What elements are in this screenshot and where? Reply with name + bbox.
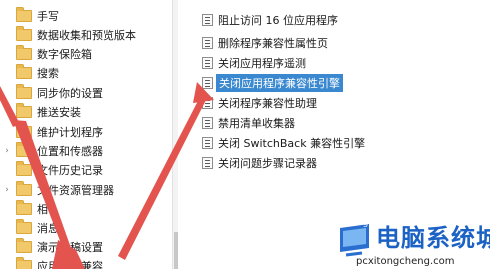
folder-icon xyxy=(16,103,32,118)
tree-item-label: 数据收集和预览版本 xyxy=(37,29,136,42)
tree-item-label: 文件资源管理器 xyxy=(37,184,114,197)
policy-setting-icon xyxy=(202,136,213,149)
tree-item-label: 应用程序兼容 xyxy=(37,260,103,269)
tree-item[interactable]: 相 xyxy=(0,200,172,218)
policy-setting-icon xyxy=(202,156,213,169)
tree-item[interactable]: 搜索 xyxy=(0,64,172,82)
policy-setting-icon xyxy=(202,76,213,89)
list-item-label: 关闭问题步骤记录器 xyxy=(218,156,317,170)
list-item[interactable]: 删除程序兼容性属性页 xyxy=(190,33,490,52)
folder-icon xyxy=(16,200,32,215)
watermark-url: pcxitongcheng.com xyxy=(356,256,455,267)
tree-item[interactable]: › 文件资源管理器 xyxy=(0,181,172,199)
folder-icon xyxy=(16,26,32,41)
list-item-label: 删除程序兼容性属性页 xyxy=(218,36,328,50)
tree-item-label: 位置和传感器 xyxy=(37,145,103,158)
folder-icon xyxy=(16,84,32,99)
tree-item[interactable]: 手写 xyxy=(0,7,172,25)
list-item-label: 关闭应用程序遥测 xyxy=(218,56,306,70)
tree-item[interactable]: 同步你的设置 xyxy=(0,84,172,102)
navigation-tree: 手写 数据收集和预览版本 数字保险箱 搜索 同步你的设置 推送安装 维护计划程序… xyxy=(0,0,172,269)
tree-item[interactable]: 演示文稿设置 xyxy=(0,238,172,256)
list-item-label: 禁用清单收集器 xyxy=(218,116,295,130)
tree-item-label: 相 xyxy=(37,203,48,216)
tree-item-label: 消息 xyxy=(37,222,59,235)
tree-item[interactable]: 推送安装 xyxy=(0,103,172,121)
list-item[interactable]: 关闭问题步骤记录器 xyxy=(190,153,490,172)
tree-item[interactable]: 消息 xyxy=(0,219,172,237)
tree-item-label: 同步你的设置 xyxy=(37,87,103,100)
folder-icon xyxy=(16,45,32,60)
tree-item[interactable]: › 位置和传感器 xyxy=(0,142,172,160)
tree-item-label: 演示文稿设置 xyxy=(37,241,103,254)
folder-icon xyxy=(16,64,32,79)
expander-icon[interactable]: › xyxy=(2,146,12,156)
tree-item[interactable]: 数字保险箱 xyxy=(0,45,172,63)
folder-icon xyxy=(16,181,32,196)
policy-setting-icon xyxy=(202,56,213,69)
tree-item[interactable]: 维护计划程序 xyxy=(0,123,172,141)
list-item[interactable]: 禁用清单收集器 xyxy=(190,113,490,132)
policy-setting-icon xyxy=(202,13,213,26)
folder-icon xyxy=(16,219,32,234)
folder-icon xyxy=(16,7,32,22)
pane-splitter[interactable] xyxy=(172,0,178,269)
tree-item-label: 维护计划程序 xyxy=(37,126,103,139)
scrollbar-thumb[interactable] xyxy=(174,232,178,269)
list-item-label: 阻止访问 16 位应用程序 xyxy=(218,13,338,27)
list-item-label: 关闭程序兼容性助理 xyxy=(218,96,317,110)
folder-icon xyxy=(16,123,32,138)
list-item[interactable]: 阻止访问 16 位应用程序 xyxy=(190,10,490,29)
folder-icon xyxy=(16,238,32,253)
watermark-title: 电脑系统城 xyxy=(376,224,490,252)
tree-item-label: 手写 xyxy=(37,10,59,23)
tree-item[interactable]: 应用程序兼容 xyxy=(0,257,172,269)
policy-setting-icon xyxy=(202,36,213,49)
list-item-label: 关闭应用程序兼容性引擎 xyxy=(216,73,343,92)
watermark: xitongcheng.com 电脑系统城 pcxitongcheng.com xyxy=(336,218,490,269)
tree-item-label: 数字保险箱 xyxy=(37,48,92,61)
list-item-selected[interactable]: 关闭应用程序兼容性引擎 xyxy=(190,73,490,92)
folder-icon xyxy=(16,161,32,176)
tree-item-label: 推送安装 xyxy=(37,106,81,119)
expander-icon[interactable]: › xyxy=(2,185,12,195)
list-item[interactable]: 关闭应用程序遥测 xyxy=(190,53,490,72)
tree-item[interactable]: 文件历史记录 xyxy=(0,161,172,179)
list-item[interactable]: 关闭程序兼容性助理 xyxy=(190,93,490,112)
list-item-label: 关闭 SwitchBack 兼容性引擎 xyxy=(218,136,366,150)
policy-setting-icon xyxy=(202,116,213,129)
tree-item-label: 文件历史记录 xyxy=(37,164,103,177)
policy-setting-icon xyxy=(202,96,213,109)
folder-icon xyxy=(16,257,32,269)
tree-item[interactable]: 数据收集和预览版本 xyxy=(0,26,172,44)
tree-item-label: 搜索 xyxy=(37,67,59,80)
list-item[interactable]: 关闭 SwitchBack 兼容性引擎 xyxy=(190,133,490,152)
folder-icon xyxy=(16,142,32,157)
